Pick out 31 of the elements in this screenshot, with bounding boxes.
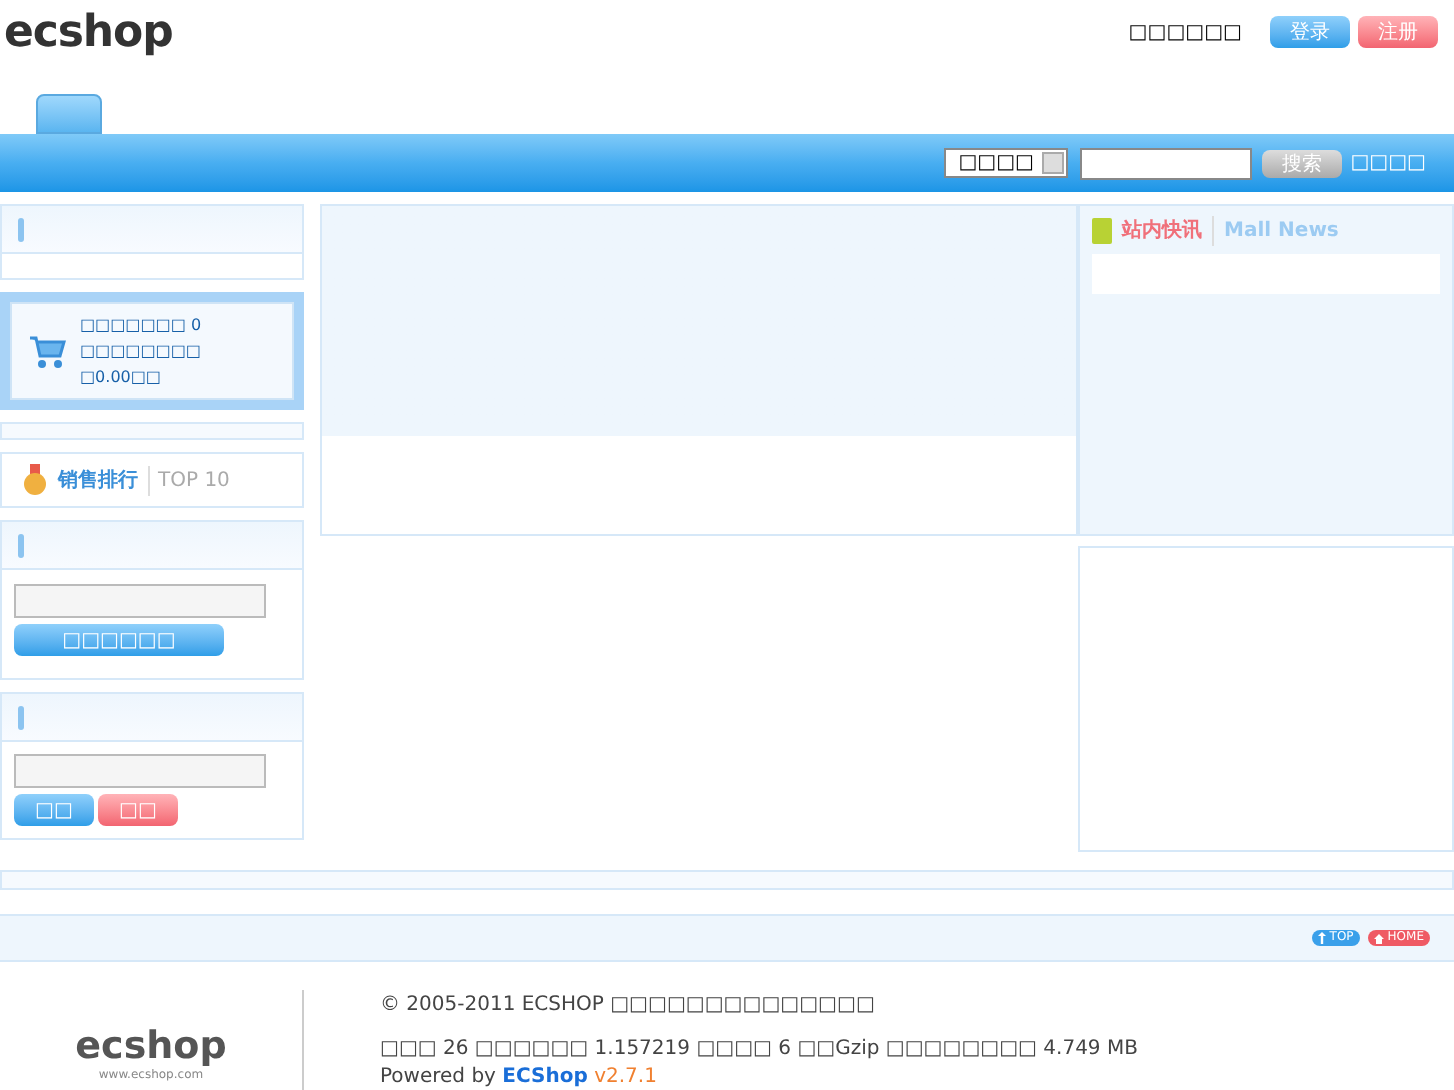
copyright-text: © 2005-2011 ECSHOP □□□□□□□□□□□□□□ (380, 992, 877, 1018)
login-button[interactable]: 登录 (1270, 16, 1350, 48)
medal-icon (22, 464, 48, 496)
email-button[interactable]: □□ (14, 794, 94, 826)
ecshop-link[interactable]: ECShop (502, 1066, 588, 1088)
order-number-field[interactable] (14, 584, 266, 618)
cart-icon (28, 333, 68, 369)
cart-summary: □□□□□□□ 0 □□□□□□□□ □0.00□□ (80, 314, 204, 390)
powered-by-text: Powered by ECShop v2.7.1 (380, 1064, 659, 1090)
logo: ecshop (4, 6, 173, 62)
arrow-up-icon (1317, 932, 1326, 944)
advanced-search-link[interactable]: □□□□ (1350, 148, 1426, 178)
nav-tab[interactable] (36, 94, 102, 134)
welcome-text: □□□□□□ (1128, 19, 1242, 47)
email-field[interactable] (14, 754, 266, 788)
news-title: 站内快讯 (1122, 217, 1202, 245)
news-subtitle: Mall News (1212, 215, 1339, 245)
dropdown-icon (1042, 152, 1065, 174)
top-sales-subtitle: TOP 10 (148, 465, 230, 495)
search-button[interactable]: 搜索 (1262, 149, 1343, 177)
top-sales-title: 销售排行 (58, 467, 138, 495)
search-field[interactable] (1080, 147, 1253, 179)
version-text: v2.7.1 (594, 1066, 657, 1088)
order-query-button[interactable]: □□□□□□ (14, 624, 224, 656)
stats-text: □□□ 26 □□□□□□ 1.157219 □□□□ 6 □□Gzip □□□□□□□□ 4.749 MB (380, 1036, 1138, 1062)
register-button[interactable]: 注册 (1358, 16, 1438, 48)
footer-logo: ecshop (75, 1026, 227, 1066)
document-icon (1092, 217, 1112, 243)
home-icon (1373, 933, 1384, 943)
category-select[interactable]: □□□□ (944, 148, 1069, 178)
email-button[interactable]: □□ (98, 794, 178, 826)
